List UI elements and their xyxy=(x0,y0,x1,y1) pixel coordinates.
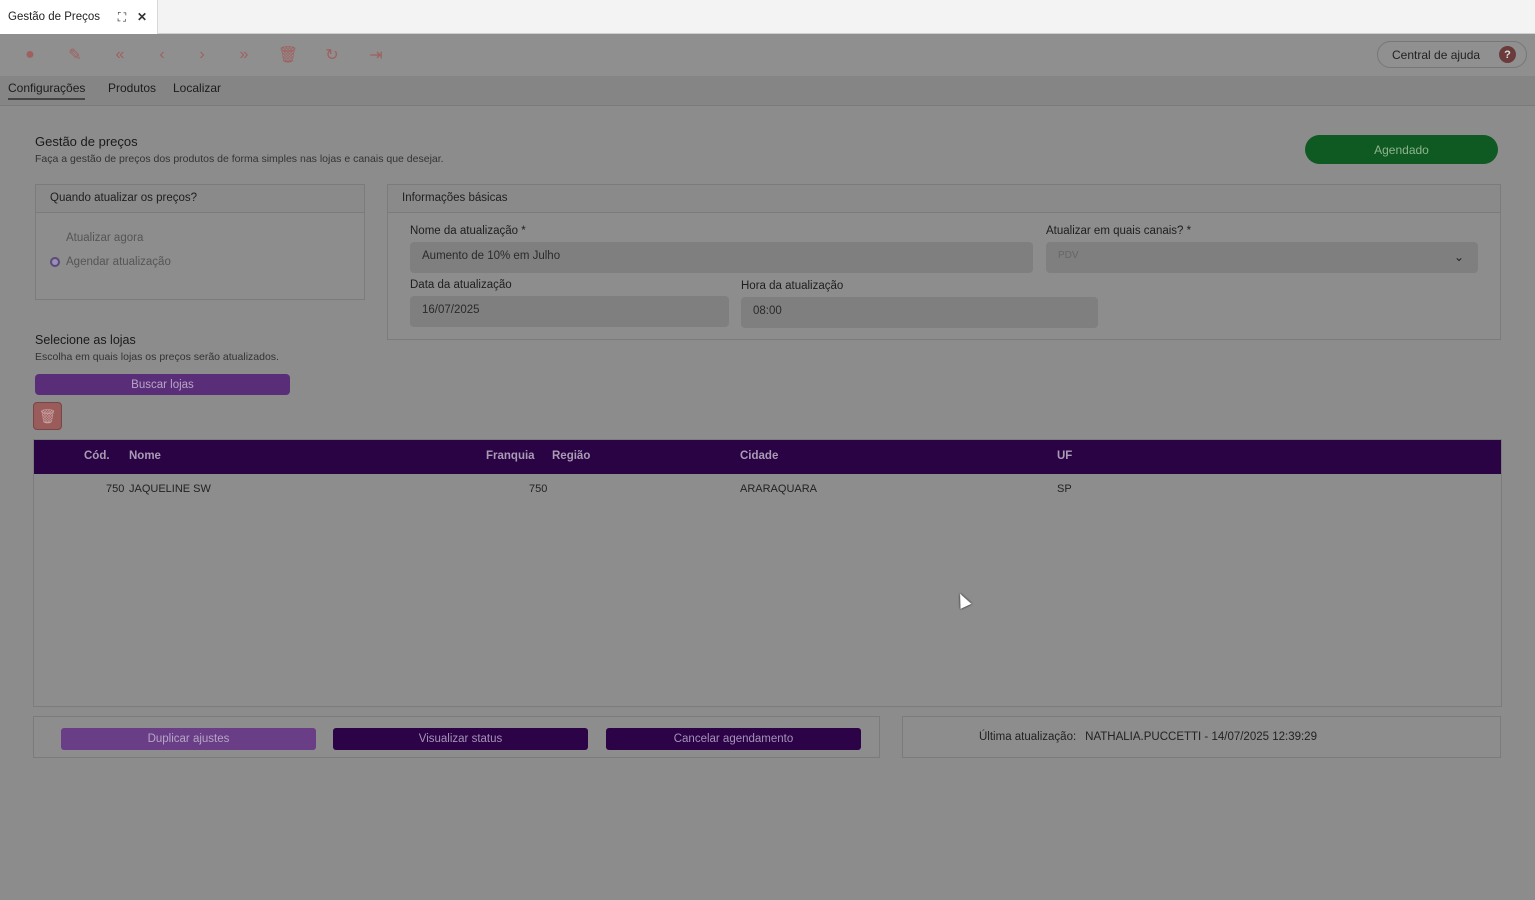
refresh-icon[interactable]: ↻ xyxy=(320,43,344,67)
last-update-label: Última atualização: xyxy=(979,731,1077,743)
col-uf[interactable]: UF xyxy=(1057,450,1072,462)
col-franquia[interactable]: Franquia xyxy=(486,450,535,462)
chevron-down-icon: ⌄ xyxy=(1453,250,1464,264)
page-title: Gestão de preços xyxy=(35,134,138,149)
channels-select[interactable]: PDV ⌄ xyxy=(1046,242,1478,273)
radio-selected-icon[interactable] xyxy=(50,257,60,267)
date-field[interactable]: 16/07/2025 xyxy=(410,296,729,327)
cell-nome: JAQUELINE SW xyxy=(129,483,211,495)
stores-table: Cód. Nome Franquia Região Cidade UF 750 … xyxy=(33,439,1502,707)
channels-label: Atualizar em quais canais? * xyxy=(1046,225,1192,237)
cancel-schedule-button[interactable]: Cancelar agendamento xyxy=(606,728,861,750)
prev-icon[interactable]: ‹ xyxy=(150,43,174,67)
exit-icon[interactable]: ⇥ xyxy=(364,43,388,67)
trash-icon[interactable]: 🗑 xyxy=(33,402,62,430)
help-icon: ? xyxy=(1499,46,1516,63)
option-schedule-update-label: Agendar atualização xyxy=(66,256,171,268)
toolbar: ● ✎ « ‹ › » 🗑 ↻ ⇥ Central de ajuda ? xyxy=(0,34,1535,76)
add-icon[interactable]: ● xyxy=(18,43,42,67)
when-update-panel: Quando atualizar os preços? Atualizar ag… xyxy=(35,184,365,300)
option-update-now[interactable]: Atualizar agora xyxy=(50,232,143,244)
maximize-icon[interactable]: ⛶ xyxy=(114,9,130,25)
edit-icon[interactable]: ✎ xyxy=(63,43,87,67)
delete-icon[interactable]: 🗑 xyxy=(276,43,300,67)
tab-bar: Configurações Produtos Localizar xyxy=(0,76,1535,106)
status-button[interactable]: Agendado xyxy=(1305,135,1498,164)
channels-value: PDV xyxy=(1058,250,1079,261)
cell-franquia: 750 xyxy=(529,483,548,495)
help-center-button[interactable]: Central de ajuda ? xyxy=(1377,41,1527,68)
time-field[interactable]: 08:00 xyxy=(741,297,1098,328)
option-update-now-label: Atualizar agora xyxy=(66,232,144,244)
search-stores-button[interactable]: Buscar lojas xyxy=(35,374,290,395)
last-update-value: NATHALIA.PUCCETTI - 14/07/2025 12:39:29 xyxy=(1085,731,1317,743)
date-label: Data da atualização xyxy=(410,279,512,291)
first-icon[interactable]: « xyxy=(108,43,132,67)
tab-localizar[interactable]: Localizar xyxy=(173,81,221,95)
when-update-title: Quando atualizar os preços? xyxy=(36,185,364,213)
col-cidade[interactable]: Cidade xyxy=(740,450,778,462)
cell-cidade: ARARAQUARA xyxy=(740,483,818,495)
actions-bar: Duplicar ajustes Visualizar status Cance… xyxy=(33,716,880,758)
window-tabstrip: Gestão de Preços ⛶ ✕ xyxy=(0,0,1535,34)
radio-icon[interactable] xyxy=(50,233,60,243)
tab-produtos[interactable]: Produtos xyxy=(108,81,156,95)
tab-configuracoes[interactable]: Configurações xyxy=(8,81,86,100)
last-update-bar: Última atualização: NATHALIA.PUCCETTI - … xyxy=(902,716,1501,758)
window-tab-title: Gestão de Preços xyxy=(8,11,101,23)
update-name-field[interactable]: Aumento de 10% em Julho xyxy=(410,242,1033,273)
stores-subtitle: Escolha em quais lojas os preços serão a… xyxy=(35,351,279,363)
page-subtitle: Faça a gestão de preços dos produtos de … xyxy=(35,153,444,165)
cell-uf: SP xyxy=(1057,483,1072,495)
view-status-button[interactable]: Visualizar status xyxy=(333,728,588,750)
time-label: Hora da atualização xyxy=(741,280,844,292)
cell-cod: 750 xyxy=(106,483,125,495)
window-tab[interactable]: Gestão de Preços ⛶ ✕ xyxy=(0,0,158,34)
table-header: Cód. Nome Franquia Região Cidade UF xyxy=(34,440,1501,474)
last-icon[interactable]: » xyxy=(232,43,256,67)
col-regiao[interactable]: Região xyxy=(552,450,590,462)
name-label: Nome da atualização * xyxy=(410,225,526,237)
col-cod[interactable]: Cód. xyxy=(84,450,110,462)
duplicate-adjustments-button[interactable]: Duplicar ajustes xyxy=(61,728,316,750)
app-area: ● ✎ « ‹ › » 🗑 ↻ ⇥ Central de ajuda ? Con… xyxy=(0,34,1535,900)
next-icon[interactable]: › xyxy=(190,43,214,67)
help-center-label: Central de ajuda xyxy=(1392,47,1481,62)
option-schedule-update[interactable]: Agendar atualização xyxy=(50,256,171,268)
col-nome[interactable]: Nome xyxy=(129,450,161,462)
close-icon[interactable]: ✕ xyxy=(134,9,150,25)
basic-info-panel: Informações básicas Nome da atualização … xyxy=(387,184,1501,340)
basic-info-title: Informações básicas xyxy=(388,185,1500,213)
stores-title: Selecione as lojas xyxy=(35,333,136,347)
